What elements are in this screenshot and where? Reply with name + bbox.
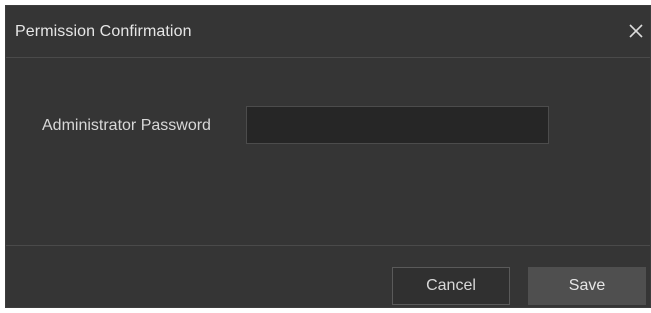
save-button[interactable]: Save — [528, 267, 646, 305]
permission-confirmation-dialog: Permission Confirmation Administrator Pa… — [5, 5, 651, 308]
close-icon[interactable] — [626, 21, 646, 41]
dialog-footer: Cancel Save — [6, 245, 650, 309]
dialog-body: Administrator Password — [6, 58, 650, 245]
close-icon-glyph — [629, 24, 643, 38]
administrator-password-label: Administrator Password — [42, 117, 211, 134]
dialog-titlebar: Permission Confirmation — [6, 6, 650, 58]
cancel-button[interactable]: Cancel — [392, 267, 510, 305]
administrator-password-input[interactable] — [246, 106, 549, 144]
dialog-title: Permission Confirmation — [15, 23, 192, 40]
